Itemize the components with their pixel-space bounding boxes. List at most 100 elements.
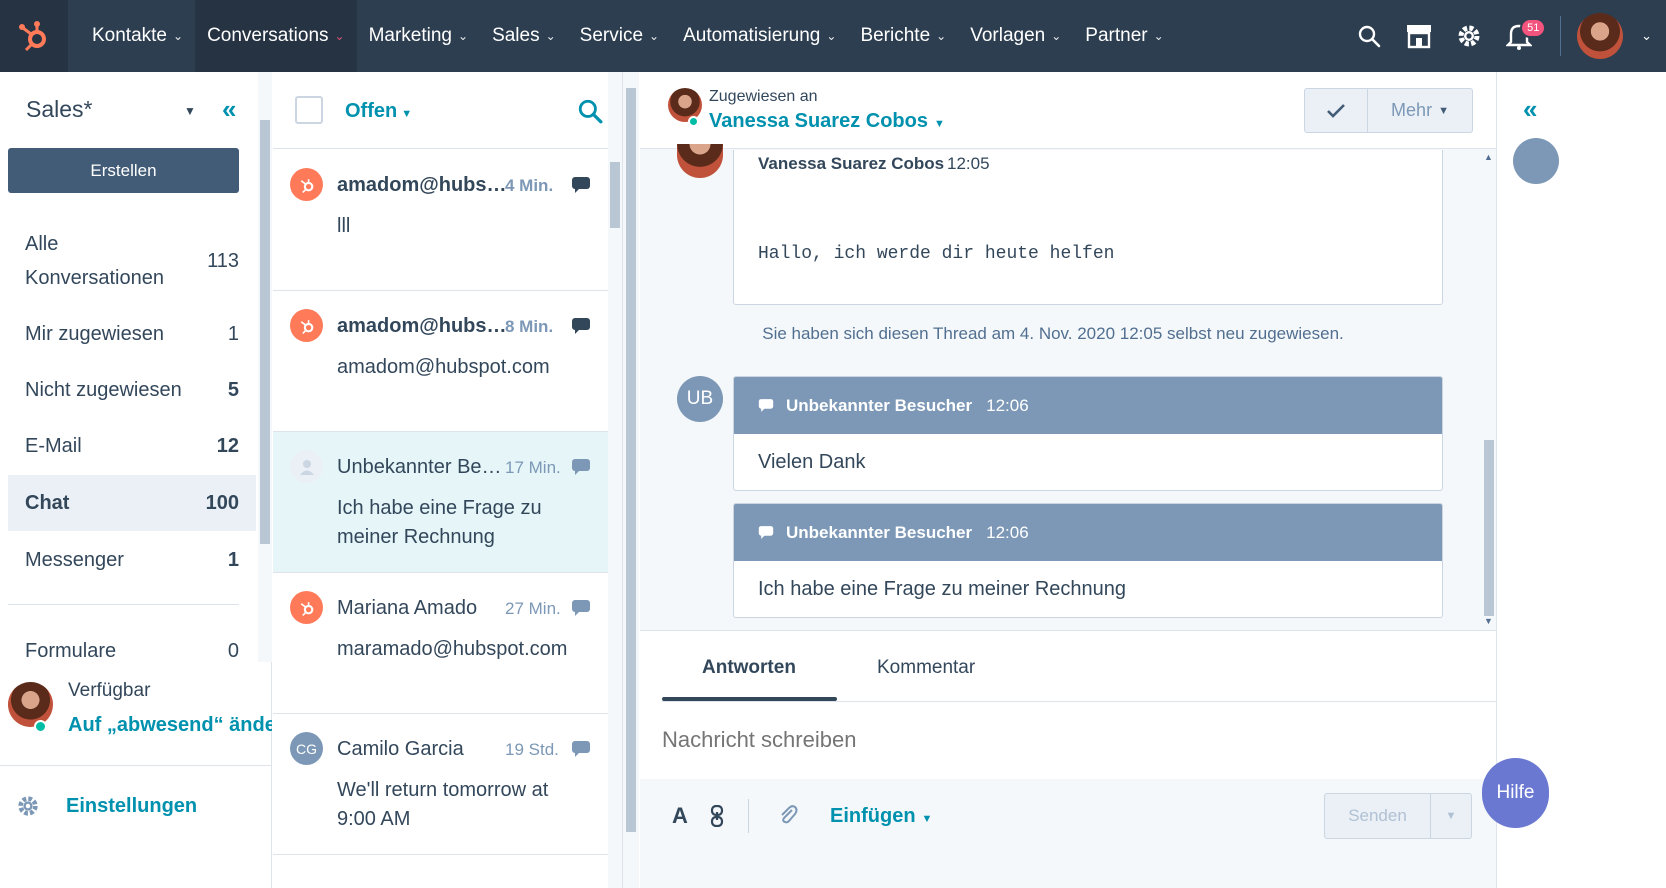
nav-label: Marketing — [368, 25, 452, 46]
conversation-preview: amadom@hubspot.com — [337, 356, 550, 378]
close-conversation-check-button[interactable] — [1305, 89, 1368, 132]
chat-channel-icon — [571, 599, 591, 622]
message-text: Ich habe eine Frage zu meiner Rechnung — [758, 578, 1127, 600]
visitor-message: Unbekannter Besucher 12:06 Ich habe eine… — [733, 503, 1443, 618]
chevron-down-icon: ⌄ — [173, 29, 184, 43]
conversation-item[interactable]: amadom@hubspot.com 8 Min. amadom@hubspot… — [273, 291, 608, 432]
checkmark-icon — [1327, 103, 1345, 118]
scroll-down-arrow-icon[interactable]: ▼ — [1484, 616, 1493, 626]
more-label: Mehr — [1391, 100, 1433, 120]
nav-service[interactable]: Service ⌄ — [568, 0, 671, 72]
hubspot-logo-icon[interactable] — [0, 0, 68, 72]
sidebar-item-unassigned[interactable]: Nicht zugewiesen 5 — [8, 362, 256, 418]
nav-divider — [1560, 16, 1562, 56]
account-chevron-down-icon[interactable]: ⌄ — [1641, 28, 1652, 44]
nav-kontakte[interactable]: Kontakte ⌄ — [80, 0, 195, 72]
chat-channel-icon — [571, 317, 591, 340]
nav-label: Vorlagen — [970, 25, 1046, 46]
contact-avatar[interactable] — [1513, 138, 1559, 184]
nav-berichte[interactable]: Berichte ⌄ — [848, 0, 958, 72]
select-all-checkbox[interactable] — [295, 96, 323, 124]
tab-reply[interactable]: Antworten — [702, 657, 796, 679]
sidebar-item-forms[interactable]: Formulare 0 — [8, 623, 256, 679]
notifications-bell-icon[interactable]: 51 — [1494, 0, 1547, 72]
hubspot-avatar-icon — [290, 168, 323, 201]
send-options-caret-icon[interactable]: ▼ — [1431, 794, 1471, 838]
conversation-preview: Ich habe eine Frage zu meiner Rechnung — [337, 497, 542, 548]
conversation-item[interactable]: Unbekannter Besucher 17 Min. Ich habe ei… — [273, 432, 608, 573]
message-sender: Vanessa Suarez Cobos — [758, 154, 945, 173]
user-avatar[interactable] — [1577, 13, 1624, 59]
nav-sales[interactable]: Sales ⌄ — [480, 0, 568, 72]
sidebar-scrollbar[interactable] — [258, 72, 272, 662]
chevron-down-icon: ⌄ — [458, 29, 469, 43]
system-note: Sie haben sich diesen Thread am 4. Nov. … — [762, 324, 1344, 343]
sidebar-item-label: Mir zugewiesen — [25, 322, 164, 345]
inbox-sidebar: Sales* ▼ « Erstellen Alle Konversationen… — [0, 72, 272, 888]
chevron-down-icon: ⌄ — [545, 29, 556, 43]
marketplace-icon[interactable] — [1394, 0, 1444, 72]
sidebar-item-all-conversations[interactable]: Alle Konversationen 113 — [8, 224, 256, 298]
message-time: 12:06 — [986, 395, 1029, 415]
message-input[interactable] — [662, 727, 1462, 753]
sidebar-item-email[interactable]: E-Mail 12 — [8, 418, 256, 474]
search-icon[interactable] — [577, 98, 603, 129]
chat-channel-icon — [571, 458, 591, 481]
scroll-up-arrow-icon[interactable]: ▲ — [1484, 152, 1493, 162]
create-button[interactable]: Erstellen — [8, 148, 239, 193]
conversation-name: Unbekannter Besucher — [337, 456, 507, 478]
help-button[interactable]: Hilfe — [1482, 758, 1549, 828]
nav-marketing[interactable]: Marketing ⌄ — [357, 0, 480, 72]
filter-label: Offen — [345, 100, 398, 122]
toolbar-divider — [748, 799, 749, 833]
inbox-settings-link[interactable]: Einstellungen — [16, 794, 197, 818]
tab-comment[interactable]: Kommentar — [877, 657, 975, 679]
conversation-item[interactable]: CG Camilo Garcia 19 Std. We'll return to… — [273, 714, 608, 855]
nav-partner[interactable]: Partner ⌄ — [1073, 0, 1175, 72]
caret-down-icon: ▼ — [401, 108, 413, 120]
assigned-to-label: Zugewiesen an — [709, 88, 818, 105]
sidebar-item-count: 5 — [227, 378, 239, 401]
conversation-name: Camilo Garcia — [337, 738, 464, 760]
availability-status: Verfügbar — [68, 680, 151, 701]
assignee-dropdown[interactable]: Vanessa Suarez Cobos ▼ — [709, 110, 945, 133]
chevron-down-icon: ⌄ — [826, 29, 837, 43]
nav-label: Service — [579, 25, 644, 46]
chevron-down-icon: ⌄ — [936, 29, 947, 43]
chat-bubble-icon — [758, 399, 774, 412]
sidebar-item-chat[interactable]: Chat 100 — [8, 475, 256, 531]
nav-conversations[interactable]: Conversations ⌄ — [195, 0, 357, 72]
composer-divider — [662, 701, 1496, 702]
scrollbar-thumb[interactable] — [1484, 440, 1494, 616]
conversation-item[interactable]: amadom@hubspot.com 4 Min. lll — [273, 150, 608, 291]
scrollbar-thumb[interactable] — [610, 162, 620, 228]
search-icon[interactable] — [1344, 0, 1394, 72]
thread-scrollbar[interactable]: ▲ ▼ — [1482, 150, 1496, 628]
chevron-down-icon: ⌄ — [1051, 29, 1062, 43]
more-dropdown-button[interactable]: Mehr ▼ — [1368, 89, 1472, 132]
text-format-icon[interactable]: A — [672, 803, 688, 829]
inbox-title[interactable]: Sales* — [26, 96, 92, 123]
nav-automatisierung[interactable]: Automatisierung ⌄ — [671, 0, 848, 72]
sidebar-item-label: Messenger — [25, 548, 124, 571]
set-away-link[interactable]: Auf „abwesend“ ändern — [68, 714, 272, 737]
sidebar-item-assigned-to-me[interactable]: Mir zugewiesen 1 — [8, 306, 256, 362]
status-filter-dropdown[interactable]: Offen ▼ — [345, 100, 412, 123]
conversation-preview: maramado@hubspot.com — [337, 638, 568, 660]
inbox-caret-down-icon[interactable]: ▼ — [184, 104, 196, 118]
insert-dropdown[interactable]: Einfügen ▼ — [830, 805, 932, 828]
scrollbar-thumb[interactable] — [626, 88, 636, 832]
scrollbar-thumb[interactable] — [260, 120, 270, 544]
expand-sidebar-icon[interactable]: « — [1523, 94, 1537, 125]
send-button[interactable]: Senden — [1325, 794, 1431, 838]
link-icon[interactable] — [710, 804, 724, 832]
settings-gear-icon[interactable] — [1444, 0, 1494, 72]
pane-scrollbar[interactable] — [623, 72, 639, 888]
sidebar-item-messenger[interactable]: Messenger 1 — [8, 532, 256, 588]
collapse-sidebar-icon[interactable]: « — [222, 94, 236, 125]
attachment-paperclip-icon[interactable] — [778, 804, 798, 831]
conversation-list-scrollbar[interactable] — [608, 72, 622, 888]
nav-vorlagen[interactable]: Vorlagen ⌄ — [958, 0, 1073, 72]
conversation-item[interactable]: Mariana Amado 27 Min. maramado@hubspot.c… — [273, 573, 608, 714]
visitor-message-header: Unbekannter Besucher 12:06 — [734, 377, 1442, 434]
